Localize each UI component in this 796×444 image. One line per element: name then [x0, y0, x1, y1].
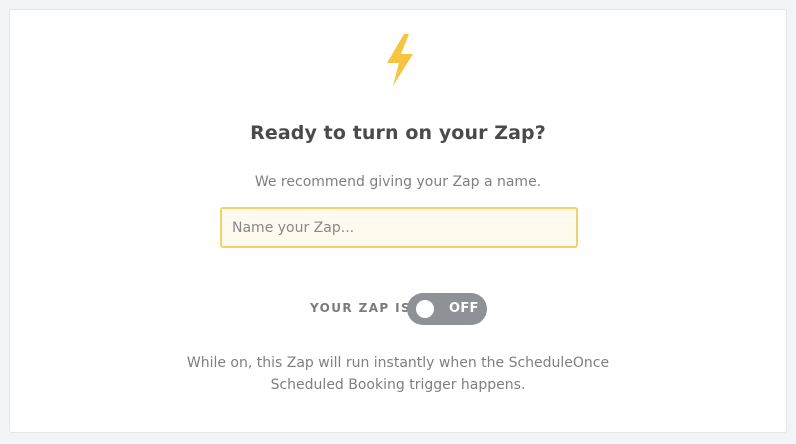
dialog-subtitle: We recommend giving your Zap a name.	[254, 174, 542, 190]
turn-on-zap-card: Ready to turn on your Zap? We recommend …	[9, 9, 787, 433]
dialog-title: Ready to turn on your Zap?	[250, 122, 546, 144]
toggle-knob	[416, 300, 434, 318]
zap-name-input[interactable]	[220, 207, 578, 248]
description-line-2: Scheduled Booking trigger happens.	[270, 377, 526, 393]
zap-description: While on, this Zap will run instantly wh…	[10, 352, 786, 396]
toggle-state-text: OFF	[449, 301, 479, 316]
zap-status-label: YOUR ZAP IS	[310, 301, 412, 315]
description-line-1: While on, this Zap will run instantly wh…	[186, 355, 610, 371]
lightning-bolt-icon	[387, 34, 413, 86]
zap-on-off-toggle[interactable]: OFF	[407, 293, 487, 325]
